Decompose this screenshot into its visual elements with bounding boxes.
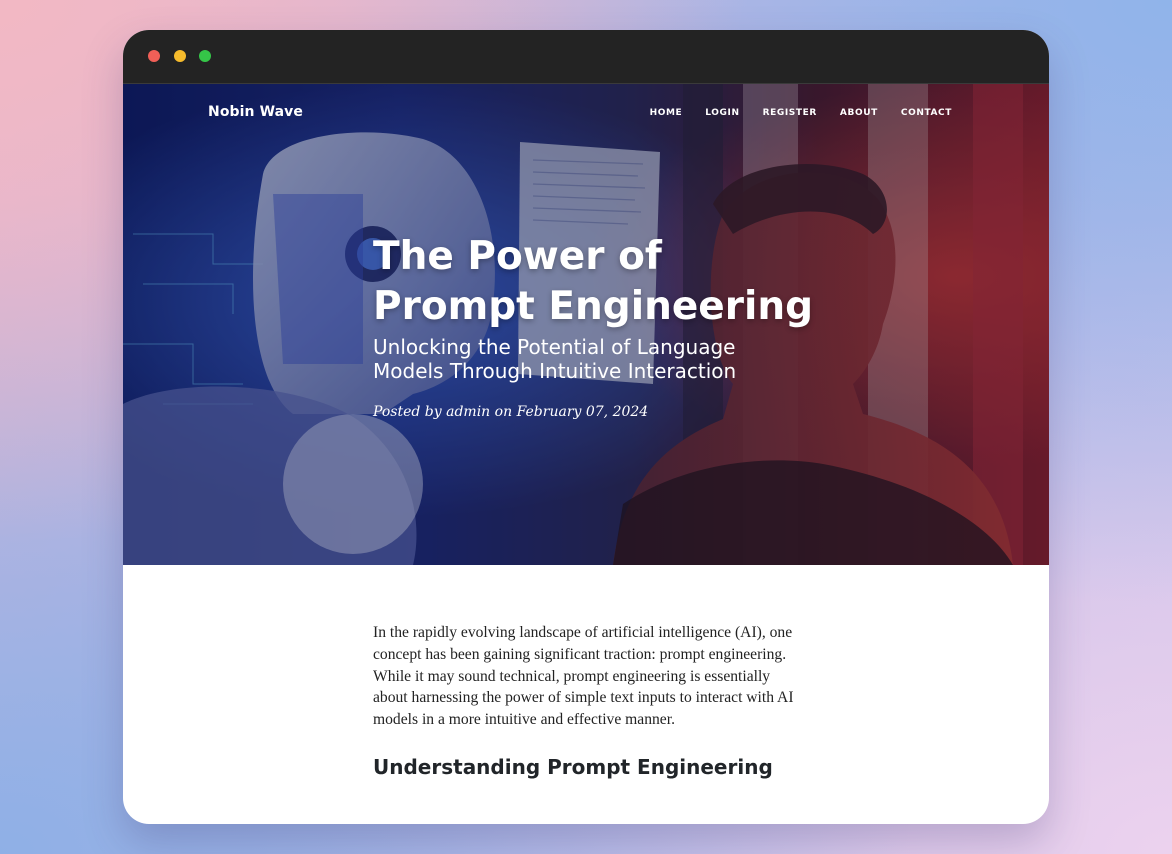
nav-contact-link[interactable]: CONTACT xyxy=(901,108,952,118)
minimize-window-button[interactable] xyxy=(174,50,186,62)
window-titlebar xyxy=(123,30,1049,84)
post-header-hero: Nobin Wave HOME LOGIN REGISTER ABOUT CON… xyxy=(123,84,1049,565)
browser-window: Nobin Wave HOME LOGIN REGISTER ABOUT CON… xyxy=(123,30,1049,824)
nav-home-link[interactable]: HOME xyxy=(650,108,683,118)
maximize-window-button[interactable] xyxy=(199,50,211,62)
post-author-link[interactable]: admin xyxy=(446,404,490,420)
post-title-line-2: Prompt Engineering xyxy=(373,284,814,329)
post-title-line-1: The Power of xyxy=(373,234,662,279)
nav-register-link[interactable]: REGISTER xyxy=(763,108,817,118)
post-content: In the rapidly evolving landscape of art… xyxy=(373,622,805,781)
main-navigation: HOME LOGIN REGISTER ABOUT CONTACT xyxy=(627,108,952,118)
nav-login-link[interactable]: LOGIN xyxy=(705,108,739,118)
site-brand-link[interactable]: Nobin Wave xyxy=(208,104,303,120)
post-meta-prefix: Posted by xyxy=(373,404,447,420)
close-window-button[interactable] xyxy=(148,50,160,62)
post-meta-middle: on xyxy=(490,404,517,420)
section-heading: Understanding Prompt Engineering xyxy=(373,754,773,779)
post-paragraph: In the rapidly evolving landscape of art… xyxy=(373,624,794,729)
post-meta: Posted by admin on February 07, 2024 xyxy=(373,404,648,420)
post-date: February 07, 2024 xyxy=(516,404,649,420)
post-title: The Power of Prompt Engineering xyxy=(373,232,823,332)
nav-about-link[interactable]: ABOUT xyxy=(840,108,878,118)
post-subtitle: Unlocking the Potential of Language Mode… xyxy=(373,335,737,383)
